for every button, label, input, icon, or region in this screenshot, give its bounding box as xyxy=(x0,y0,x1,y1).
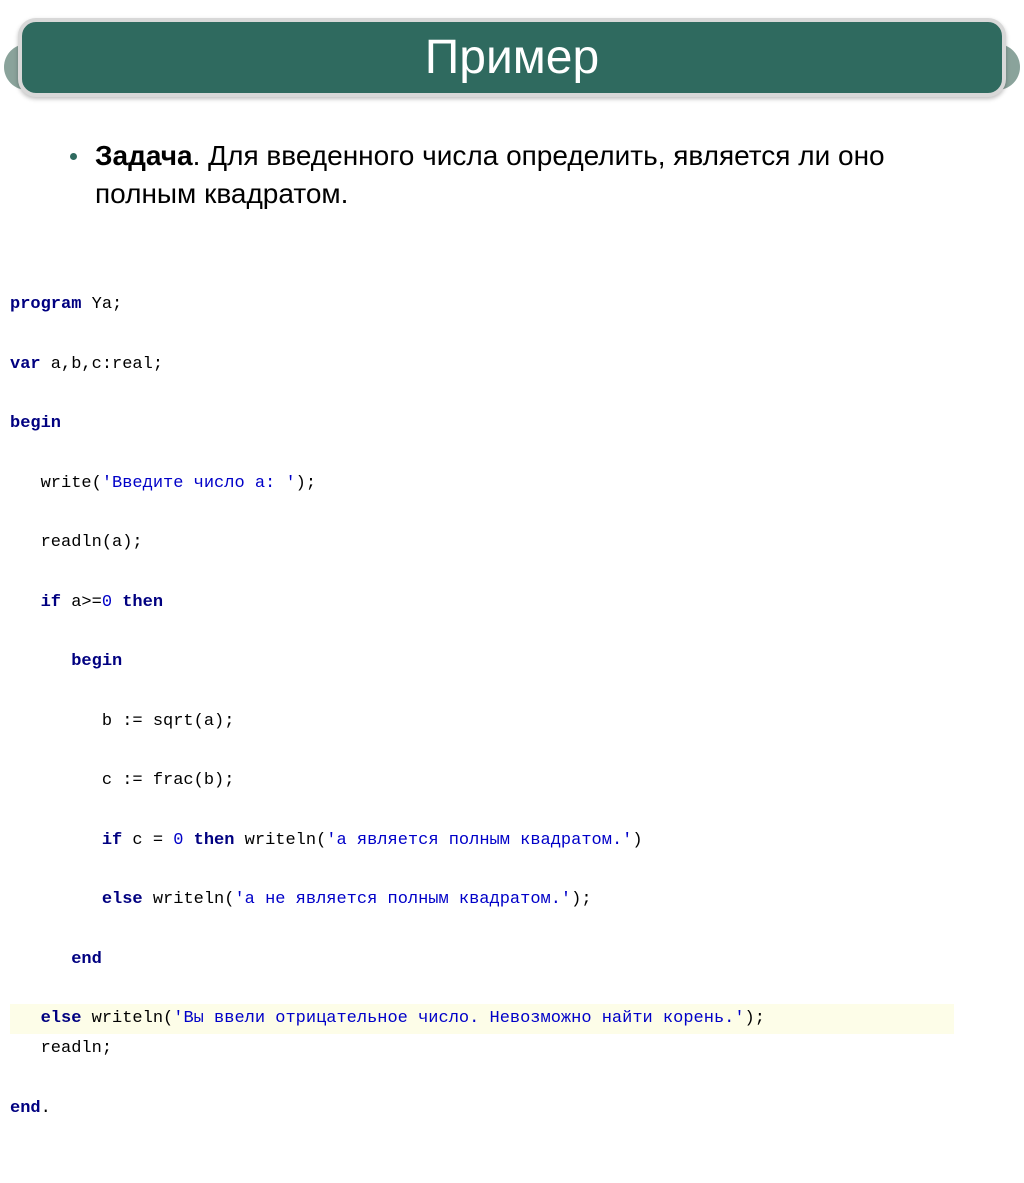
task-label: Задача xyxy=(95,140,193,171)
code-line: write('Введите число a: '); xyxy=(10,469,954,499)
code-line: readln(a); xyxy=(10,528,954,558)
code-line: var a,b,c:real; xyxy=(10,350,954,380)
task-bullet: Задача. Для введенного числа определить,… xyxy=(70,137,954,213)
code-line: if c = 0 then writeln('a является полным… xyxy=(10,826,954,856)
code-block: program Ya; var a,b,c:real; begin write(… xyxy=(10,261,954,1183)
code-line: end xyxy=(10,945,954,975)
code-line: begin xyxy=(10,647,954,677)
bullet-icon xyxy=(70,153,77,160)
code-line: c := frac(b); xyxy=(10,766,954,796)
slide-title: Пример xyxy=(22,30,1002,85)
code-line: end. xyxy=(10,1094,954,1124)
code-line: readln; xyxy=(10,1034,954,1064)
code-line: begin xyxy=(10,409,954,439)
header: Пример xyxy=(0,0,1024,97)
code-line-highlighted: else writeln('Вы ввели отрицательное чис… xyxy=(10,1004,954,1034)
slide: Пример Задача. Для введенного числа опре… xyxy=(0,0,1024,767)
task-text: . Для введенного числа определить, являе… xyxy=(95,140,885,209)
title-bar: Пример xyxy=(18,18,1006,97)
code-line: if a>=0 then xyxy=(10,588,954,618)
code-line: b := sqrt(a); xyxy=(10,707,954,737)
slide-body: Задача. Для введенного числа определить,… xyxy=(0,97,1024,1183)
code-line: else writeln('a не является полным квадр… xyxy=(10,885,954,915)
code-line: program Ya; xyxy=(10,290,954,320)
task-text-block: Задача. Для введенного числа определить,… xyxy=(95,137,954,213)
